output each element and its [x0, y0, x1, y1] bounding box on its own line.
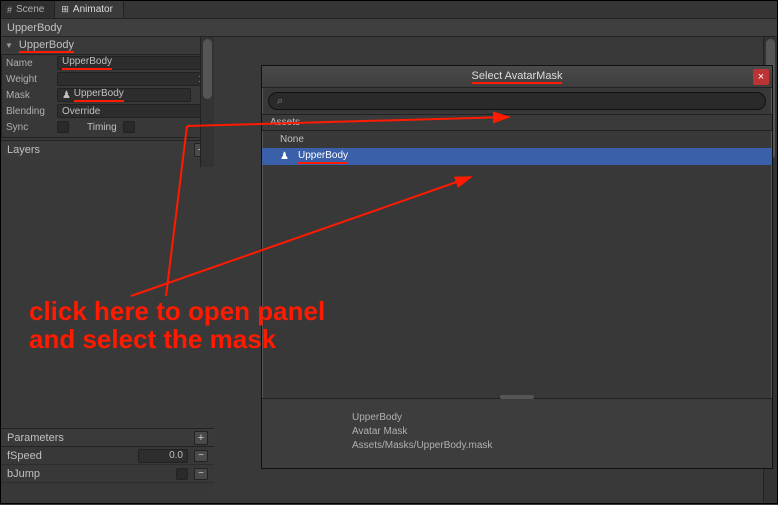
popup-footer: UpperBody Avatar Mask Assets/Masks/Upper… — [262, 398, 772, 468]
search-icon: ⌕ — [277, 95, 283, 108]
asset-label: UpperBody — [298, 150, 348, 164]
row-sync: Sync Timing — [2, 119, 213, 135]
layer-title: UpperBody — [19, 39, 74, 53]
timing-checkbox[interactable] — [123, 121, 135, 133]
layers-bar: Layers + — [1, 140, 214, 158]
asset-label: None — [280, 134, 304, 145]
row-blending: Blending Override — [2, 103, 213, 119]
tab-scene[interactable]: # Scene — [1, 1, 55, 18]
layer-props: Name UpperBody Weight 1 Mask ♟ UpperBody… — [1, 55, 214, 138]
param-remove-button[interactable]: − — [194, 468, 208, 480]
param-value[interactable]: 0.0 — [138, 449, 188, 463]
param-row[interactable]: fSpeed 0.0 − — [1, 447, 214, 465]
sync-checkbox[interactable] — [57, 121, 69, 133]
mask-icon: ♟ — [62, 90, 71, 101]
breadcrumb-label: UpperBody — [7, 22, 62, 34]
param-remove-button[interactable]: − — [194, 450, 208, 462]
tab-scene-label: Scene — [16, 4, 44, 15]
asset-upperbody[interactable]: ♟ UpperBody — [262, 148, 772, 165]
tab-animator-label: Animator — [73, 4, 113, 15]
popup-title-text: Select AvatarMask — [472, 70, 563, 84]
layers-panel: ▼ UpperBody ☰ Name UpperBody Weight 1 Ma… — [1, 37, 214, 158]
mask-label: Mask — [6, 90, 51, 101]
asset-none[interactable]: None — [262, 131, 772, 148]
timing-label: Timing — [87, 122, 117, 133]
editor-tabs: # Scene ⊞ Animator — [1, 1, 777, 19]
blending-label: Blending — [6, 106, 51, 117]
layer-header[interactable]: ▼ UpperBody ☰ — [1, 37, 214, 55]
footer-name: UpperBody — [352, 411, 682, 425]
param-name: bJump — [7, 468, 170, 480]
resize-grip[interactable] — [500, 395, 534, 399]
row-mask: Mask ♟ UpperBody — [2, 87, 213, 103]
param-name: fSpeed — [7, 450, 132, 462]
name-label: Name — [6, 58, 51, 69]
select-avatarmask-popup: Select AvatarMask × ⌕ Assets None ♟ Uppe… — [261, 65, 773, 469]
popup-titlebar[interactable]: Select AvatarMask × — [262, 66, 772, 88]
blending-field[interactable]: Override — [57, 104, 209, 118]
layers-scrollbar[interactable] — [200, 37, 214, 167]
param-row[interactable]: bJump − — [1, 465, 214, 483]
parameters-header: Parameters + — [1, 429, 214, 447]
animator-icon: ⊞ — [61, 4, 69, 15]
popup-search-bar: ⌕ — [262, 88, 772, 115]
footer-path: Assets/Masks/UpperBody.mask — [352, 439, 682, 453]
name-field[interactable]: UpperBody — [57, 56, 209, 70]
parameters-title: Parameters — [7, 432, 64, 444]
mask-field[interactable]: ♟ UpperBody — [57, 88, 191, 102]
assets-tab[interactable]: Assets — [262, 115, 772, 131]
grid-icon: # — [7, 5, 12, 15]
tab-animator[interactable]: ⊞ Animator — [55, 1, 124, 18]
row-name: Name UpperBody — [2, 55, 213, 71]
weight-label: Weight — [6, 74, 51, 85]
row-weight: Weight 1 — [2, 71, 213, 87]
close-button[interactable]: × — [753, 69, 769, 85]
popup-body: Assets None ♟ UpperBody — [262, 115, 772, 397]
animator-breadcrumb[interactable]: UpperBody — [1, 19, 777, 37]
footer-type: Avatar Mask — [352, 425, 682, 439]
sync-label: Sync — [6, 122, 51, 133]
add-parameter-button[interactable]: + — [194, 431, 208, 445]
layers-label: Layers — [7, 144, 40, 156]
mask-icon: ♟ — [280, 151, 292, 162]
parameters-panel: Parameters + fSpeed 0.0 − bJump − — [1, 428, 214, 503]
weight-field[interactable]: 1 — [57, 72, 209, 86]
param-bool-checkbox[interactable] — [176, 468, 188, 480]
search-input[interactable]: ⌕ — [268, 92, 766, 110]
foldout-icon: ▼ — [5, 41, 13, 50]
